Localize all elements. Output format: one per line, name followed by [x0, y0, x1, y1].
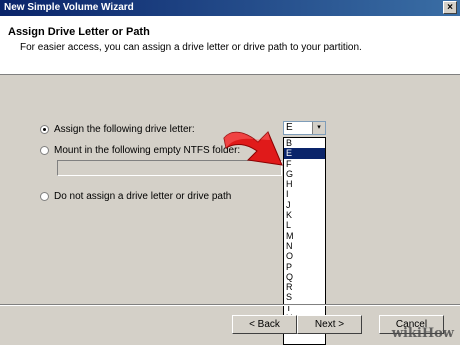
- wizard-window: New Simple Volume Wizard × Assign Drive …: [0, 0, 460, 345]
- red-arrow-annotation-icon: [223, 131, 283, 166]
- wikihow-watermark: wikiHow: [391, 326, 454, 341]
